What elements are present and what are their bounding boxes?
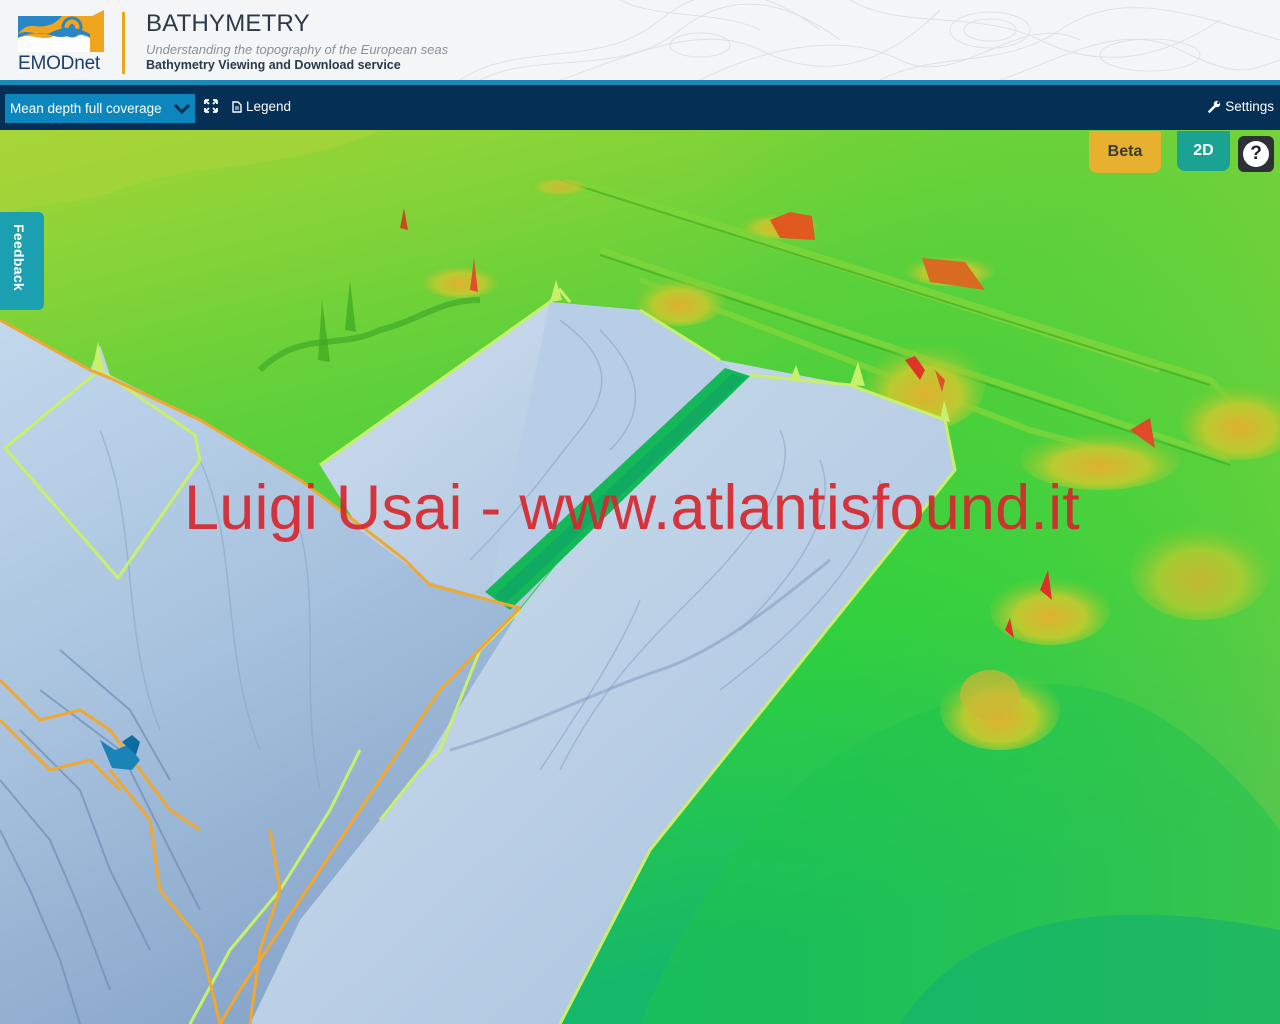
help-button[interactable]: ? bbox=[1238, 136, 1274, 172]
watermark-text: Luigi Usai - www.atlantisfound.it bbox=[184, 473, 1081, 543]
legend-label: Legend bbox=[246, 99, 292, 114]
layer-select[interactable]: Mean depth full coverage bbox=[5, 94, 195, 123]
view-2d-button[interactable]: 2D bbox=[1177, 131, 1230, 171]
toolbar: Mean depth full coverage Legend Settings bbox=[0, 85, 1280, 130]
feedback-label: Feedback bbox=[11, 224, 27, 291]
bathymetry-terrain bbox=[0, 130, 1280, 1024]
fullscreen-icon[interactable] bbox=[204, 99, 218, 113]
settings-button[interactable]: Settings bbox=[1208, 99, 1274, 114]
chevron-down-icon bbox=[169, 94, 195, 123]
brand-name: EMODnet bbox=[18, 53, 101, 74]
help-icon: ? bbox=[1243, 141, 1269, 167]
app-subtitle: Understanding the topography of the Euro… bbox=[146, 42, 449, 57]
map-3d-view[interactable] bbox=[0, 130, 1280, 1024]
service-name: Bathymetry Viewing and Download service bbox=[146, 58, 401, 72]
wrench-icon bbox=[1208, 100, 1221, 113]
settings-label: Settings bbox=[1225, 99, 1274, 114]
beta-button[interactable]: Beta bbox=[1089, 131, 1161, 173]
feedback-tab[interactable]: Feedback bbox=[0, 212, 44, 310]
header-divider bbox=[122, 12, 125, 74]
document-icon bbox=[232, 100, 242, 113]
legend-button[interactable]: Legend bbox=[232, 99, 291, 114]
app-header: EMODnet BATHYMETRY Understanding the top… bbox=[0, 0, 1280, 80]
layer-select-value: Mean depth full coverage bbox=[10, 101, 162, 116]
app-title: BATHYMETRY bbox=[146, 10, 310, 37]
